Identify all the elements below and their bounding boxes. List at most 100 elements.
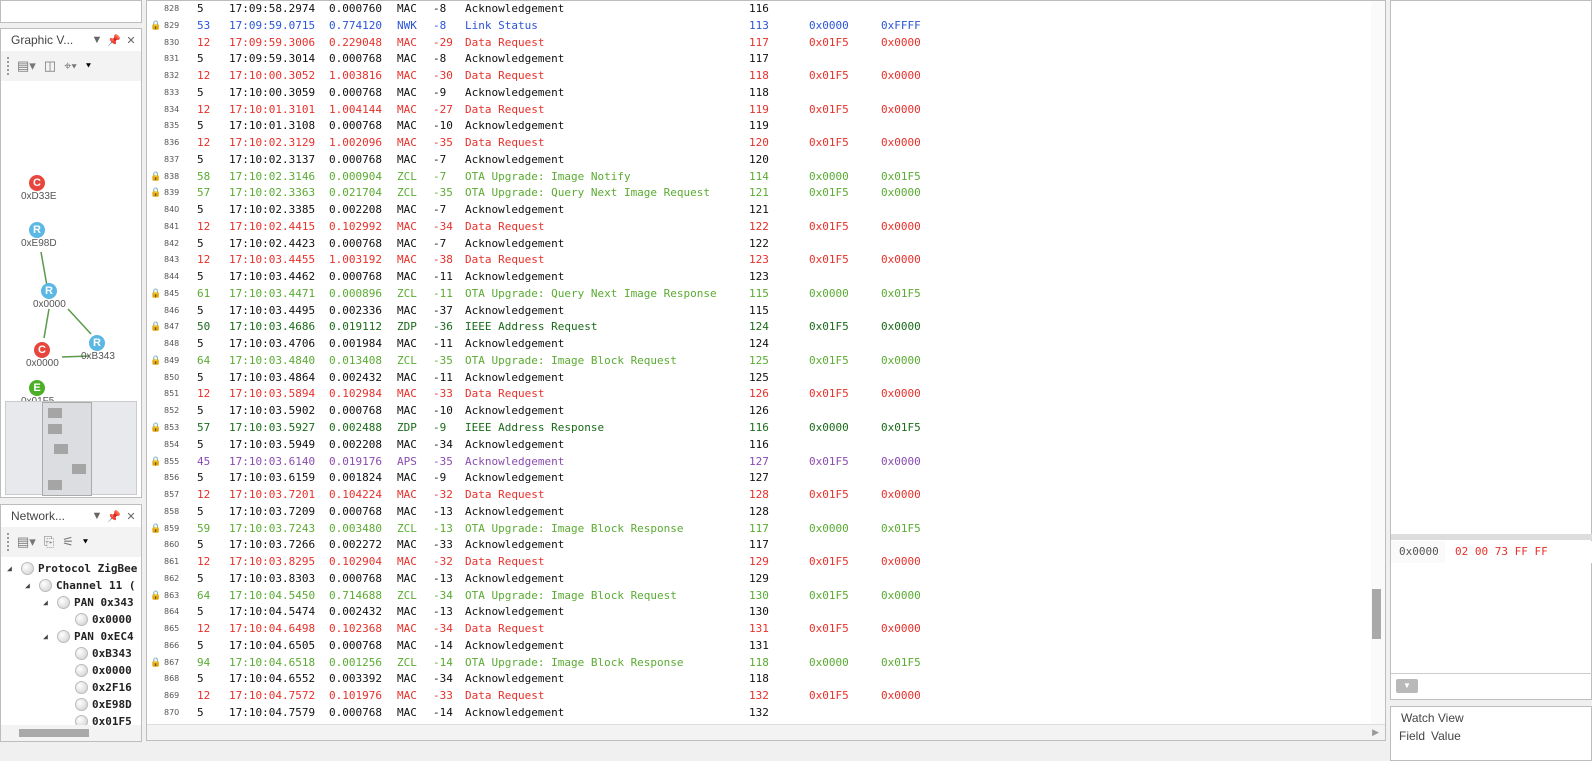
summary: Acknowledgement <box>465 672 565 686</box>
hex-bytes[interactable]: 02 00 73 FF FF <box>1445 541 1592 563</box>
table-row[interactable]: 856 5 17:10:03.6159 0.001824 MAC -9 Acknowledg… <box>147 470 1367 487</box>
pin-icon[interactable]: 📌 <box>107 510 121 523</box>
hex-offset: 0x0000 <box>1399 545 1439 558</box>
tree-item[interactable]: 0xE98D <box>7 696 141 713</box>
table-row[interactable]: 836 12 17:10:02.3129 1.002096 MAC -35 Data Req… <box>147 135 1367 152</box>
protocol: MAC <box>397 52 417 66</box>
graph-node[interactable]: C <box>29 175 45 191</box>
tree-item[interactable]: 0x0000 <box>7 662 141 679</box>
table-row[interactable]: 866 5 17:10:04.6505 0.000768 MAC -14 Acknowled… <box>147 638 1367 655</box>
column-header-field[interactable]: Field <box>1399 729 1425 743</box>
table-row[interactable]: 868 5 17:10:04.6552 0.003392 MAC -34 Acknowled… <box>147 671 1367 688</box>
table-row[interactable]: 859 🔒 59 17:10:03.7243 0.003480 ZCL -13 OTA Upg… <box>147 521 1367 538</box>
graph-minimap[interactable] <box>5 401 137 496</box>
timestamp: 17:10:04.5450 <box>229 588 316 602</box>
table-row[interactable]: 860 5 17:10:03.7266 0.002272 MAC -33 Acknowled… <box>147 537 1367 554</box>
table-row[interactable]: 829 🔒 53 17:09:59.0715 0.774120 NWK -8 Link Sta… <box>147 18 1367 35</box>
scrollbar-thumb[interactable] <box>1372 589 1381 639</box>
table-row[interactable]: 849 🔒 64 17:10:03.4840 0.013408 ZCL -35 OTA Upg… <box>147 353 1367 370</box>
table-row[interactable]: 851 12 17:10:03.5894 0.102984 MAC -33 Data Req… <box>147 386 1367 403</box>
expand-arrow-icon[interactable]: ◢ <box>7 564 17 573</box>
protocol: MAC <box>397 555 417 569</box>
graph-node-label: 0x0000 <box>33 299 66 310</box>
timestamp: 17:10:02.4415 <box>229 219 316 233</box>
sequence: 123 <box>749 270 769 284</box>
table-row[interactable]: 865 12 17:10:04.6498 0.102368 MAC -34 Data Req… <box>147 621 1367 638</box>
sequence: 120 <box>749 136 769 150</box>
table-row[interactable]: 831 5 17:09:59.3014 0.000768 MAC -8 Acknowledg… <box>147 51 1367 68</box>
close-icon[interactable]: ✕ <box>124 510 138 523</box>
table-row[interactable]: 853 🔒 57 17:10:03.5927 0.002488 ZDP -9 IEEE Add… <box>147 420 1367 437</box>
table-row[interactable]: 870 5 17:10:04.7579 0.000768 MAC -14 Acknowled… <box>147 705 1367 722</box>
horizontal-scrollbar[interactable] <box>1 725 141 741</box>
expand-arrow-icon[interactable]: ◢ <box>43 632 53 641</box>
table-row[interactable]: 847 🔒 50 17:10:03.4686 0.019112 ZDP -36 IEEE Ad… <box>147 319 1367 336</box>
table-row[interactable]: 838 🔒 58 17:10:02.3146 0.000904 ZCL -7 OTA Upgr… <box>147 169 1367 186</box>
dest-address: 0x0000 <box>881 102 921 116</box>
table-row[interactable]: 846 5 17:10:03.4495 0.002336 MAC -37 Acknowled… <box>147 303 1367 320</box>
table-row[interactable]: 848 5 17:10:03.4706 0.001984 MAC -11 Acknowled… <box>147 336 1367 353</box>
timestamp: 17:10:04.6518 <box>229 655 316 669</box>
table-row[interactable]: 839 🔒 57 17:10:02.3363 0.021704 ZCL -35 OTA Upg… <box>147 185 1367 202</box>
expand-arrow-icon[interactable]: ◢ <box>43 598 53 607</box>
tree-item[interactable]: ◢ Channel 11 ( <box>7 577 141 594</box>
table-row[interactable]: 840 5 17:10:02.3385 0.002208 MAC -7 Acknowledg… <box>147 202 1367 219</box>
tree-item[interactable]: ◢ PAN 0x343 <box>7 594 141 611</box>
graph-node[interactable]: C <box>34 342 50 358</box>
table-row[interactable]: 869 12 17:10:04.7572 0.101976 MAC -33 Data Req… <box>147 688 1367 705</box>
table-row[interactable]: 850 5 17:10:03.4864 0.002432 MAC -11 Acknowled… <box>147 370 1367 387</box>
table-row[interactable]: 863 🔒 64 17:10:04.5450 0.714688 ZCL -34 OTA Upg… <box>147 588 1367 605</box>
graph-node[interactable]: R <box>41 283 57 299</box>
tree-item[interactable]: 0x2F16 <box>7 679 141 696</box>
table-row[interactable]: 844 5 17:10:03.4462 0.000768 MAC -11 Acknowled… <box>147 269 1367 286</box>
dropdown-icon[interactable]: ▼ <box>90 510 104 522</box>
filter-icon[interactable]: ▤▾ <box>17 534 36 550</box>
expand-button[interactable]: ▼ <box>1396 679 1418 693</box>
table-row[interactable]: 834 12 17:10:01.3101 1.004144 MAC -27 Data Req… <box>147 102 1367 119</box>
graph-node[interactable]: R <box>89 335 105 351</box>
timestamp: 17:09:59.3006 <box>229 35 316 49</box>
table-row[interactable]: 832 12 17:10:00.3052 1.003816 MAC -30 Data Req… <box>147 68 1367 85</box>
table-row[interactable]: 842 5 17:10:02.4423 0.000768 MAC -7 Acknowledg… <box>147 236 1367 253</box>
lock-icon: 🔒 <box>150 169 160 186</box>
overflow-icon[interactable]: ⯆ <box>82 537 89 548</box>
table-row[interactable]: 841 12 17:10:02.4415 0.102992 MAC -34 Data Req… <box>147 219 1367 236</box>
dest-address: 0x0000 <box>881 69 921 83</box>
table-row[interactable]: 857 12 17:10:03.7201 0.104224 MAC -32 Data Req… <box>147 487 1367 504</box>
tree-item[interactable]: 0xB343 <box>7 645 141 662</box>
summary: Data Request <box>465 69 545 83</box>
toolbar-grip[interactable] <box>7 533 9 551</box>
column-header-value[interactable]: Value <box>1431 729 1461 743</box>
table-row[interactable]: 843 12 17:10:03.4455 1.003192 MAC -38 Data Req… <box>147 252 1367 269</box>
horizontal-scrollbar[interactable]: ▶ <box>147 724 1385 740</box>
table-row[interactable]: 855 🔒 45 17:10:03.6140 0.019176 APS -35 Acknowl… <box>147 454 1367 471</box>
tree-item[interactable]: 0x0000 <box>7 611 141 628</box>
packet-number: 829 <box>164 20 180 30</box>
summary: Acknowledgement <box>465 538 565 552</box>
source-address: 0x01F5 <box>809 488 849 502</box>
graph-node[interactable]: E <box>29 380 45 396</box>
table-row[interactable]: 858 5 17:10:03.7209 0.000768 MAC -13 Acknowled… <box>147 504 1367 521</box>
packet-length: 53 <box>197 18 211 32</box>
table-row[interactable]: 835 5 17:10:01.3108 0.000768 MAC -10 Acknowled… <box>147 118 1367 135</box>
dest-address: 0x01F5 <box>881 169 921 183</box>
table-row[interactable]: 861 12 17:10:03.8295 0.102904 MAC -32 Data Req… <box>147 554 1367 571</box>
table-row[interactable]: 867 🔒 94 17:10:04.6518 0.001256 ZCL -14 OTA Upg… <box>147 655 1367 672</box>
settings-sliders-icon[interactable]: ⚟ <box>62 534 74 550</box>
table-row[interactable]: 833 5 17:10:00.3059 0.000768 MAC -9 Acknowledg… <box>147 85 1367 102</box>
expand-arrow-icon[interactable]: ◢ <box>25 581 35 590</box>
table-row[interactable]: 830 12 17:09:59.3006 0.229048 MAC -29 Data Req… <box>147 35 1367 52</box>
packet-length: 45 <box>197 454 211 468</box>
table-row[interactable]: 864 5 17:10:04.5474 0.002432 MAC -13 Acknowled… <box>147 604 1367 621</box>
table-row[interactable]: 854 5 17:10:03.5949 0.002208 MAC -34 Acknowled… <box>147 437 1367 454</box>
tree-item[interactable]: ◢ Protocol ZigBee <box>7 560 141 577</box>
table-row[interactable]: 828 5 17:09:58.2974 0.000760 MAC -8 Acknowledg… <box>147 1 1367 18</box>
tree-item[interactable]: ◢ PAN 0xEC4 <box>7 628 141 645</box>
node-icon <box>75 664 88 677</box>
table-row[interactable]: 837 5 17:10:02.3137 0.000768 MAC -7 Acknowledg… <box>147 152 1367 169</box>
table-row[interactable]: 862 5 17:10:03.8303 0.000768 MAC -13 Acknowled… <box>147 571 1367 588</box>
table-row[interactable]: 845 🔒 61 17:10:03.4471 0.000896 ZCL -11 OTA Upg… <box>147 286 1367 303</box>
graph-node[interactable]: R <box>29 222 45 238</box>
table-row[interactable]: 852 5 17:10:03.5902 0.000768 MAC -10 Acknowled… <box>147 403 1367 420</box>
copy-icon[interactable]: ⎘ <box>44 534 54 550</box>
